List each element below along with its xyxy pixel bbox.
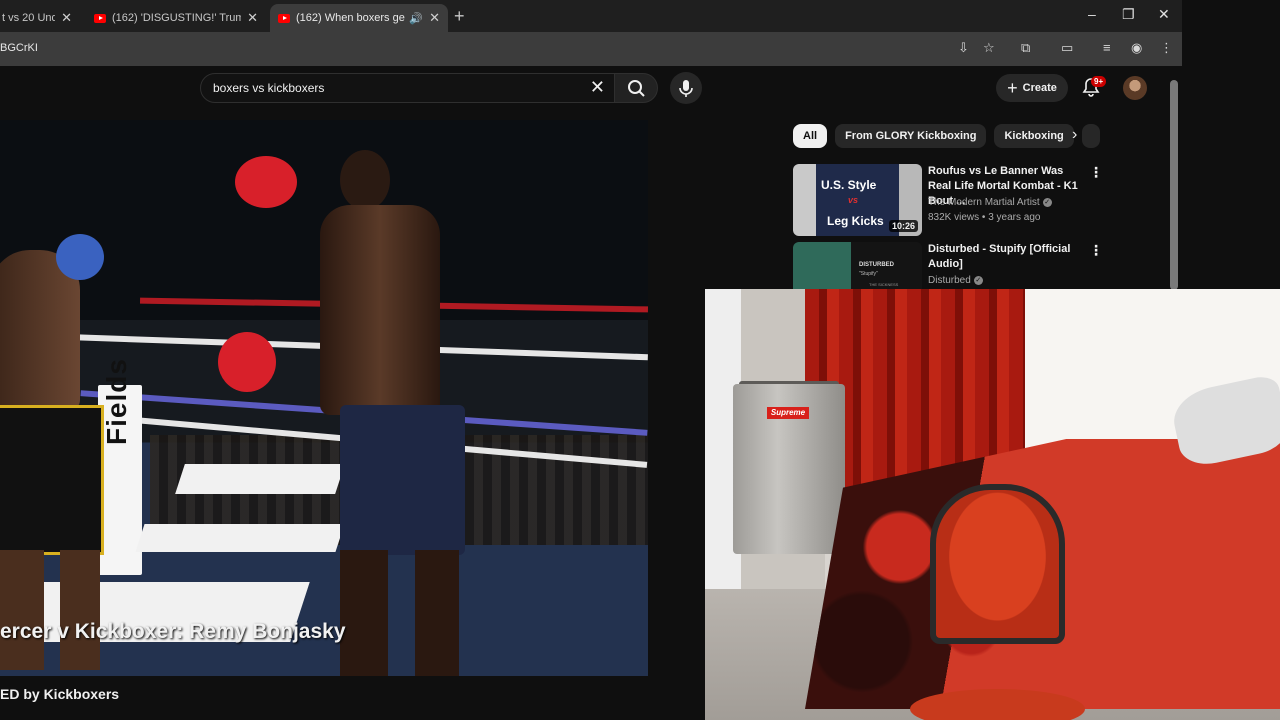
minimize-button[interactable]: – — [1088, 6, 1096, 22]
video-duration: 10:26 — [888, 220, 918, 232]
extensions-icon[interactable]: ⧉ — [1021, 40, 1030, 56]
chair-seat — [910, 689, 1085, 720]
create-button[interactable]: + Create — [996, 74, 1068, 102]
youtube-favicon-icon — [278, 13, 290, 23]
voice-search-button[interactable] — [670, 72, 702, 104]
video-caption: ercer v Kickboxer: Remy Bonjasky — [0, 620, 346, 643]
webcam-chair — [910, 484, 1085, 720]
chip-partial[interactable] — [1081, 124, 1100, 148]
youtube-favicon-icon — [94, 13, 106, 23]
close-icon[interactable]: ✕ — [429, 10, 440, 26]
browser-tabstrip: t vs 20 Undeci ✕ (162) 'DISGUSTING!' Tru… — [0, 0, 1182, 32]
plus-icon: + — [1007, 77, 1018, 98]
clear-search-icon[interactable]: ✕ — [590, 77, 605, 98]
close-icon[interactable]: ✕ — [247, 10, 258, 26]
microphone-icon — [679, 80, 693, 97]
channel-name[interactable]: Disturbed ✓ — [928, 275, 983, 286]
speaker-icon[interactable]: 🔊 — [409, 12, 423, 25]
filter-chips: All From GLORY Kickboxing Kickboxing — [793, 124, 1100, 148]
chip-from-glory[interactable]: From GLORY Kickboxing — [835, 124, 987, 148]
fighter-right — [300, 150, 470, 676]
verified-icon: ✓ — [1042, 197, 1052, 207]
chair-back — [930, 484, 1065, 644]
chevron-right-icon[interactable]: › — [1072, 126, 1077, 144]
chip-kickboxing[interactable]: Kickboxing — [994, 124, 1074, 148]
close-icon[interactable]: ✕ — [61, 10, 72, 26]
video-player[interactable]: Fields ercer v Kickboxer: Remy Bonjasky — [0, 120, 648, 676]
webcam-overlay: Supreme — [705, 289, 1280, 720]
new-tab-button[interactable]: + — [454, 6, 465, 27]
close-window-button[interactable]: ✕ — [1158, 6, 1170, 23]
profile-icon[interactable]: ◉ — [1131, 40, 1142, 56]
browser-toolbar: BGCrKI ⇩ ☆ ⧉ ▭ ≡ ◉ ⋮ — [0, 32, 1182, 66]
more-options-icon[interactable]: ⋮ — [1089, 242, 1103, 259]
channel-name-text: Disturbed — [928, 275, 971, 286]
tab-title: (162) When boxers get EMB — [296, 12, 405, 24]
boxing-glove — [56, 234, 104, 280]
thumb-text: THE SICKNESS — [869, 282, 899, 287]
tab-title: (162) 'DISGUSTING!' Trump Sco — [112, 12, 242, 24]
search-icon — [628, 80, 645, 97]
verified-icon: ✓ — [973, 275, 983, 285]
thumb-text: "Stupify" — [859, 271, 878, 277]
avatar[interactable] — [1123, 76, 1147, 100]
channel-name-text: The Modern Martial Artist — [928, 197, 1040, 208]
youtube-masthead: boxers vs kickboxers ✕ + Create 9+ — [0, 66, 1182, 120]
thumb-text: vs — [848, 195, 859, 205]
thumb-text: Leg Kicks — [827, 214, 884, 228]
chip-all[interactable]: All — [793, 124, 828, 148]
menu-kebab-icon[interactable]: ⋮ — [1160, 40, 1173, 56]
thumb-text: DISTURBED — [859, 262, 895, 268]
search-input[interactable]: boxers vs kickboxers — [213, 81, 324, 95]
search-box[interactable]: boxers vs kickboxers ✕ — [200, 73, 618, 103]
video-title: ED by Kickboxers — [0, 686, 120, 702]
browser-tab[interactable]: (162) 'DISGUSTING!' Trump Sco ✕ — [86, 4, 266, 32]
boxing-glove — [218, 332, 276, 392]
thumb-text: U.S. Style — [821, 178, 877, 192]
fighter-left — [0, 250, 120, 670]
video-meta: 832K views • 3 years ago — [928, 212, 1041, 223]
create-label: Create — [1022, 82, 1057, 94]
channel-name[interactable]: The Modern Martial Artist ✓ — [928, 197, 1052, 208]
bookmark-star-icon[interactable]: ☆ — [983, 40, 995, 56]
notification-badge: 9+ — [1091, 76, 1107, 87]
boxing-glove — [235, 156, 297, 208]
browser-tab[interactable]: t vs 20 Undeci ✕ — [0, 4, 80, 32]
recommendation-title[interactable]: Disturbed - Stupify [Official Audio] — [928, 242, 1083, 272]
tab-title: t vs 20 Undeci — [2, 12, 56, 24]
browser-tab-active[interactable]: (162) When boxers get EMB 🔊 ✕ — [270, 4, 448, 32]
search-button[interactable] — [614, 73, 658, 103]
supreme-sticker: Supreme — [767, 407, 809, 419]
more-options-icon[interactable]: ⋮ — [1089, 164, 1103, 181]
install-app-icon[interactable]: ⇩ — [958, 40, 969, 56]
media-control-icon[interactable]: ≡ — [1103, 40, 1111, 55]
address-bar-text[interactable]: BGCrKI — [0, 42, 38, 54]
restore-button[interactable]: ❐ — [1122, 6, 1135, 23]
video-thumbnail[interactable]: U.S. Style vs Leg Kicks 10:26 — [793, 164, 922, 236]
cast-icon[interactable]: ▭ — [1061, 40, 1073, 56]
recommendation-item[interactable]: U.S. Style vs Leg Kicks 10:26 Roufus vs … — [793, 164, 1173, 236]
